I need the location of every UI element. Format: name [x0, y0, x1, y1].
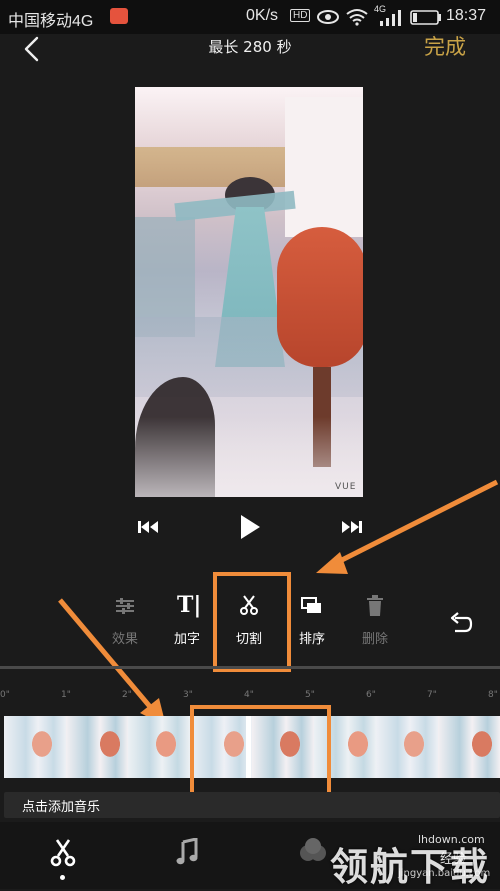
tool-delete: 删除: [345, 592, 405, 652]
clip-thumbnail: [4, 716, 66, 778]
add-music-bar[interactable]: 点击添加音乐: [4, 792, 500, 818]
eye-icon: [317, 10, 339, 24]
tool-effects-label: 效果: [111, 632, 138, 647]
tool-add-text-label: 加字: [173, 632, 200, 647]
carrier-label: 中国移动4G: [8, 13, 94, 30]
hd-icon: HD: [290, 9, 311, 22]
done-button[interactable]: 完成: [424, 31, 466, 61]
timeline-tick-label: 5": [305, 690, 315, 700]
clip-thumbnail: [438, 716, 500, 778]
filter-circles-icon[interactable]: [298, 838, 328, 864]
sliders-icon: [116, 598, 134, 614]
timeline-tick-label: 1": [61, 690, 71, 700]
video-wall: [285, 97, 363, 237]
timeline-divider: [0, 666, 500, 669]
undo-icon[interactable]: [449, 612, 473, 634]
tool-sort[interactable]: 排序: [282, 592, 342, 652]
tool-effects: 效果: [95, 592, 155, 652]
back-arrow-icon[interactable]: [22, 36, 40, 62]
edit-scissors-icon[interactable]: [50, 838, 76, 868]
timeline-tick-label: 8": [488, 690, 498, 700]
timeline-tick-label: 7": [427, 690, 437, 700]
timeline-tick-label: 4": [244, 690, 254, 700]
clip-thumbnail: [376, 716, 438, 778]
timeline-tick-label: 6": [366, 690, 376, 700]
signal-icon: [380, 10, 401, 26]
text-icon: T|: [177, 592, 202, 618]
add-music-label: 点击添加音乐: [22, 800, 101, 815]
music-note-icon[interactable]: [176, 838, 198, 866]
tool-add-text[interactable]: T| 加字: [157, 592, 217, 652]
clip-thumbnail: [66, 716, 128, 778]
app-notification-icon: [110, 8, 128, 24]
page-title: 最长 280 秒: [208, 38, 292, 56]
timeline-tick-label: 2": [122, 690, 132, 700]
video-preview[interactable]: VUE: [135, 87, 363, 497]
annotation-box-split-tool: [213, 572, 291, 672]
brand-watermark: 领航下载: [330, 845, 491, 889]
tool-sort-label: 排序: [298, 632, 325, 647]
editor-header: 最长 280 秒 完成: [0, 34, 500, 84]
tool-delete-label: 删除: [361, 632, 388, 647]
clip-thumbnail: [128, 716, 190, 778]
video-lantern: [277, 227, 363, 367]
network-speed-label: 0K/s: [246, 7, 279, 24]
clock-label: 18:37: [446, 7, 487, 24]
timeline-tick-label: 0": [0, 690, 10, 700]
wifi-icon: [346, 9, 368, 26]
active-tab-indicator: [60, 875, 65, 880]
status-bar: 中国移动4G 0K/s HD 4G 18:37: [0, 0, 500, 34]
battery-icon: [410, 10, 441, 25]
timeline-tick-label: 3": [183, 690, 193, 700]
trash-icon: [367, 595, 383, 616]
sort-layers-icon: [301, 597, 321, 613]
